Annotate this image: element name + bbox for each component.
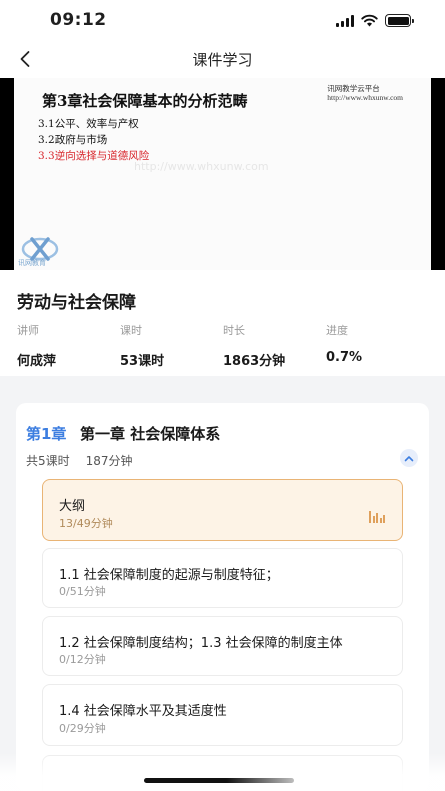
playing-bars-icon [369,511,385,523]
status-icons [336,14,414,27]
chapter-title: 第一章 社会保障体系 [80,425,221,443]
lesson-progress: 0/29分钟 [59,722,106,735]
page-title: 课件学习 [192,51,253,69]
chapter-card: 第1章 第一章 社会保障体系 共5课时 187分钟 大纲 13/49分钟 1.1 … [16,403,429,791]
video-player[interactable]: 第3章社会保障基本的分析范畴 讯网教学云平台 http://www.whxunw… [0,78,445,270]
stat-label: 课时 [120,324,142,337]
slide-watermark: 讯网教学云平台 http://www.whxunw.com [327,84,403,103]
nav-bar: 课件学习 [0,40,445,78]
stat-duration: 时长 1863分钟 [223,322,285,369]
stat-label: 时长 [223,324,245,337]
stat-instructor: 讲师 何成萍 [17,322,56,369]
stat-value: 0.7% [326,350,363,365]
course-info: 劳动与社会保障 讲师 何成萍 课时 53课时 时长 1863分钟 进度 0.7% [0,270,445,376]
lesson-item[interactable]: 1.1 社会保障制度的起源与制度特征； 0/51分钟 [42,548,403,608]
slide-logo-text: 讯网教育 [18,259,46,267]
slide-item: 3.1公平、效率与产权 [38,118,139,130]
lesson-progress: 13/49分钟 [59,517,113,530]
chapter-meta: 共5课时 187分钟 [26,452,133,469]
stat-value: 1863分钟 [223,354,286,369]
stat-value: 53课时 [120,354,165,369]
status-bar: 09:12 [0,0,445,40]
lesson-progress: 0/12分钟 [59,653,106,666]
lesson-title: 1.4 社会保障水平及其适度性 [59,704,227,719]
slide-faint-watermark: http://www.whxunw.com [134,160,269,173]
stat-label: 进度 [326,324,348,337]
slide-item: 3.2政府与市场 [38,134,108,146]
slide-title: 第3章社会保障基本的分析范畴 [42,92,248,110]
lesson-title: 1.2 社会保障制度结构；1.3 社会保障的制度主体 [59,636,343,651]
stat-lessons: 课时 53课时 [120,322,164,369]
stat-value: 何成萍 [17,354,57,369]
stat-label: 讲师 [17,324,39,337]
battery-icon [385,14,414,27]
chapter-number: 第1章 [26,425,67,443]
slide-frame: 第3章社会保障基本的分析范畴 讯网教学云平台 http://www.whxunw… [14,78,431,270]
chapter-duration: 187分钟 [85,454,133,468]
signal-icon [336,14,354,27]
lesson-title: 1.1 社会保障制度的起源与制度特征； [59,568,279,583]
lesson-title: 大纲 [59,499,86,514]
status-time: 09:12 [50,10,107,30]
home-indicator[interactable] [144,778,294,783]
chevron-up-icon [404,455,414,461]
lesson-item[interactable]: 1.4 社会保障水平及其适度性 0/29分钟 [42,684,403,746]
slide-list: 3.1公平、效率与产权 3.2政府与市场 3.3逆向选择与道德风险 [38,116,149,164]
stat-progress: 进度 0.7% [326,322,362,365]
lesson-item-active[interactable]: 大纲 13/49分钟 [42,479,403,541]
lesson-progress: 0/51分钟 [59,585,106,598]
wifi-icon [361,14,378,27]
collapse-chapter-button[interactable] [400,449,418,467]
chapter-lesson-count: 共5课时 [26,454,70,468]
bottom-fade [0,753,445,791]
lesson-item[interactable]: 1.2 社会保障制度结构；1.3 社会保障的制度主体 0/12分钟 [42,616,403,676]
slide-item-highlighted: 3.3逆向选择与道德风险 [38,150,150,162]
course-title: 劳动与社会保障 [17,293,136,313]
